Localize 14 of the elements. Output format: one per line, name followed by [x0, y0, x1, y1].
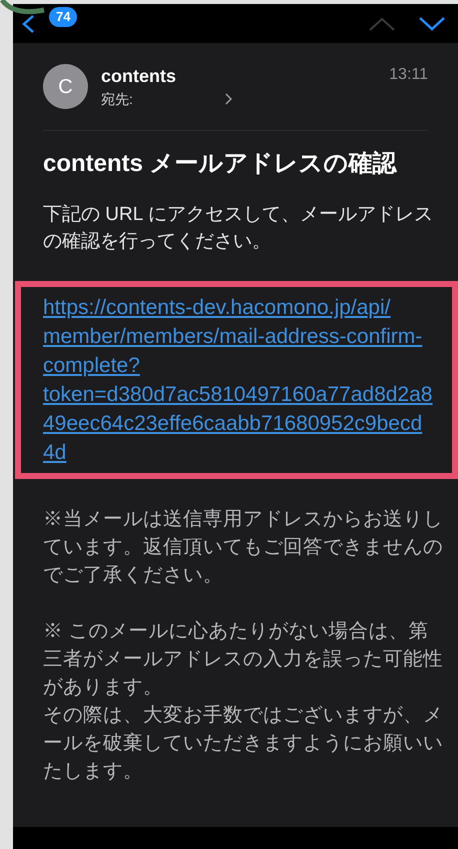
intro-text: 下記の URL にアクセスして、メールアドレスの確認を行ってください。 — [43, 203, 434, 254]
notice-paragraph: その際は、大変お手数ではございますが、メールを破棄していただきますようにお願いいたします。 — [43, 703, 444, 784]
confirm-link[interactable]: https://contents-dev.hacomono.jp/api/ member/members/mail-address-confirm- complete? token=d380d7ac5810497160a77ad8d2a8 49eec64c23effe6caabb71680952c9becd 4d — [43, 293, 452, 467]
notice-paragraph: ※ このメールに心あたりがない場合は、第三者がメールアドレスの入力を誤った可能性があります。 — [43, 619, 444, 700]
avatar: C — [43, 64, 88, 109]
recipient-label: 宛先: — [101, 90, 133, 108]
notice-paragraph: ※当メールは送信専用アドレスからお送りしています。返信頂いてもご回答できませんのでご了承ください。 — [43, 507, 444, 588]
sender-name: contents — [101, 64, 178, 88]
chevron-right-icon[interactable] — [224, 92, 233, 104]
down-chevron-icon[interactable] — [418, 16, 446, 32]
back-chevron-icon[interactable] — [21, 14, 35, 34]
unread-count-badge: 74 — [49, 6, 78, 26]
time-label: 13:11 — [389, 65, 428, 85]
subject-title: contents メールアドレスの確認 — [43, 149, 398, 179]
